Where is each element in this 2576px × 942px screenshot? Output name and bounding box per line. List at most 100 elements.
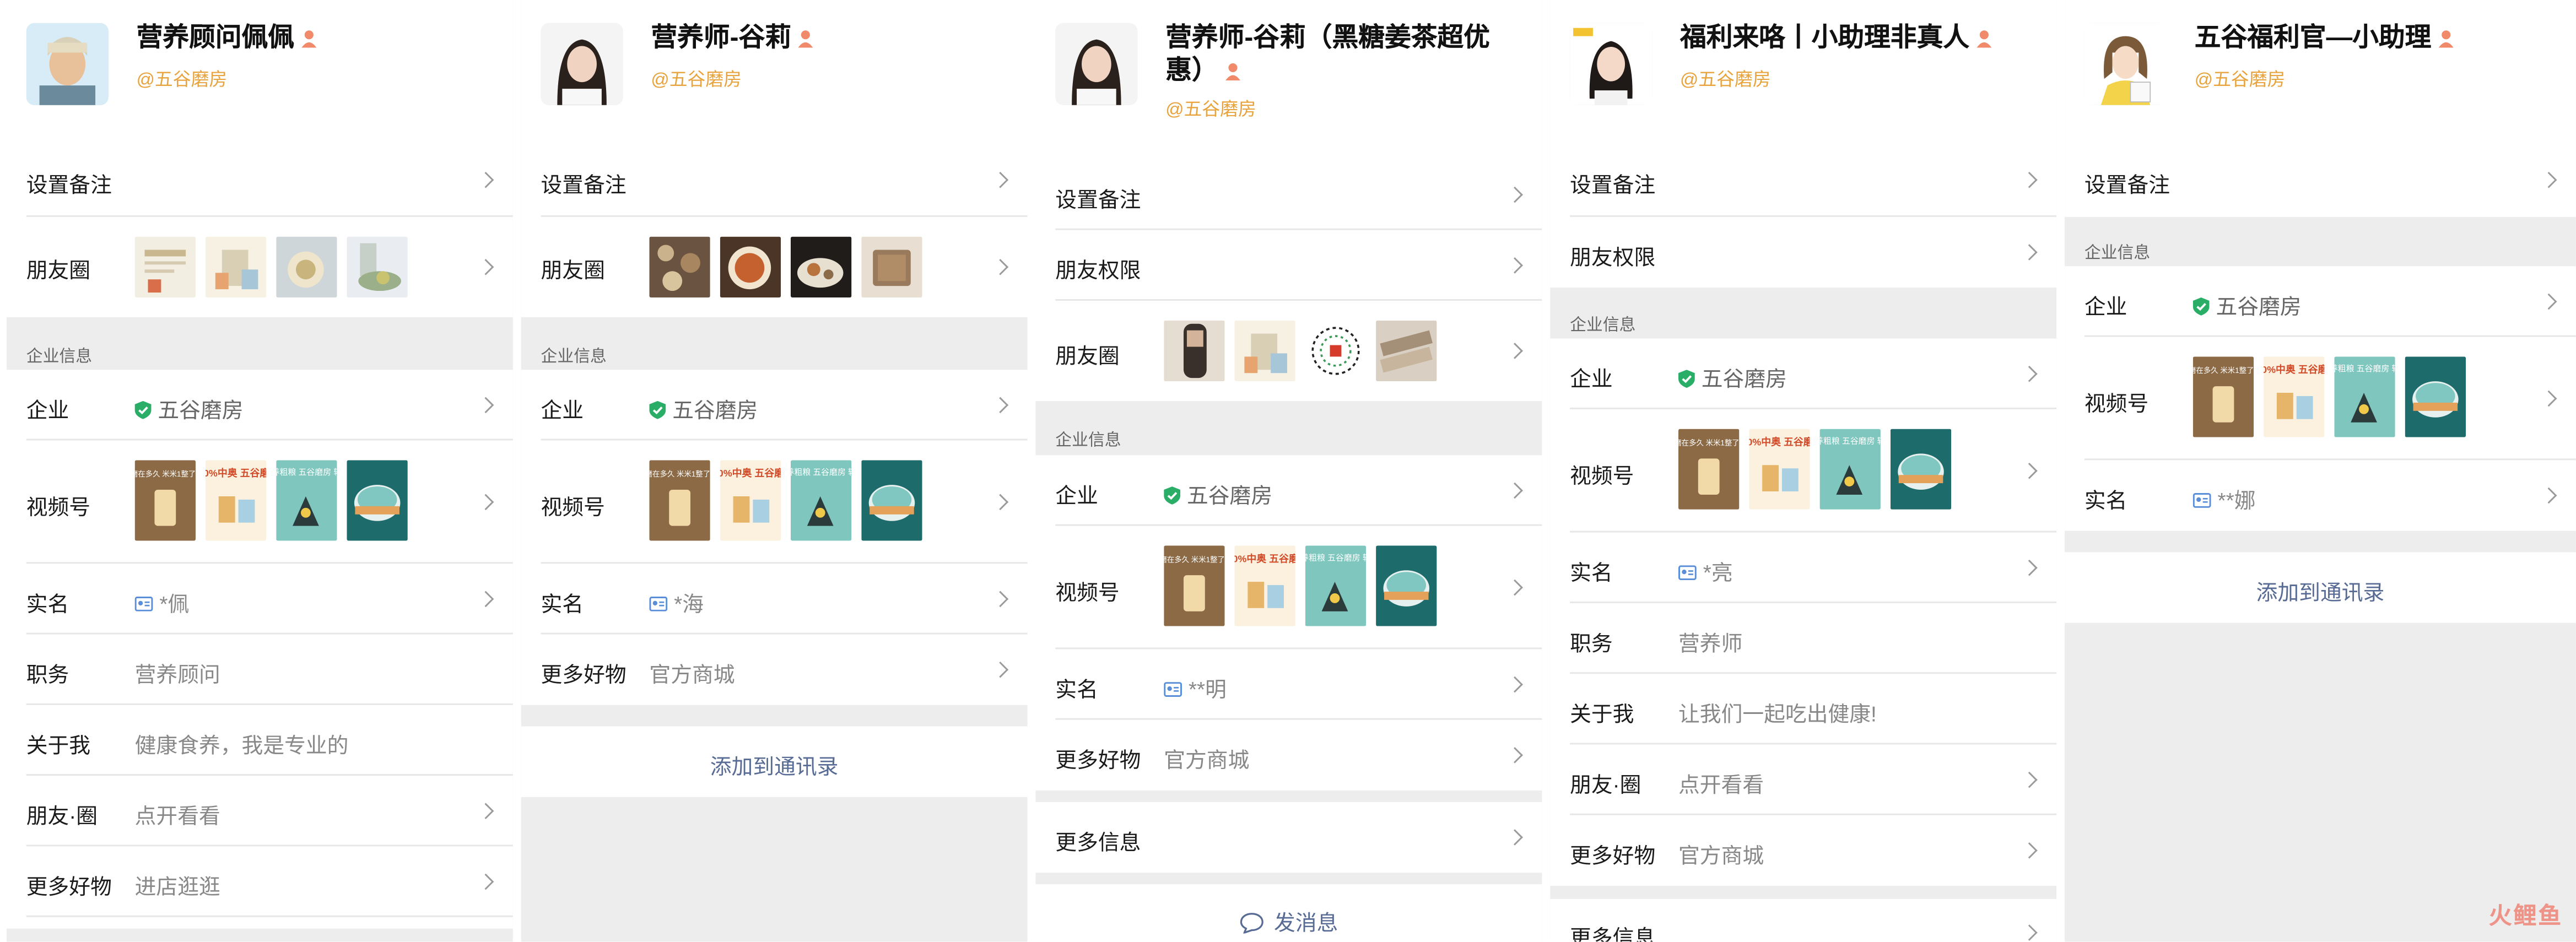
- moments-row[interactable]: 朋友圈: [521, 217, 1028, 317]
- chevron-right-icon: [477, 591, 494, 608]
- enterprise-name: 五谷磨房: [1701, 366, 1787, 392]
- avatar[interactable]: [1055, 23, 1138, 105]
- more-info-label: 更多信息: [1055, 830, 1141, 855]
- enterprise-row[interactable]: 企业 五谷磨房: [1550, 339, 2057, 409]
- set-remark-row[interactable]: 设置备注: [521, 147, 1028, 217]
- enterprise-group: 企业 五谷磨房 视频号 磨在多久 米米1整了? 100%中奥 五谷磨房 营养粗粮…: [521, 370, 1028, 705]
- avatar[interactable]: [541, 23, 623, 105]
- video-thumb: [1376, 545, 1437, 626]
- set-remark-row[interactable]: 设置备注: [7, 147, 513, 217]
- friend-permission-row[interactable]: 朋友权限: [1550, 217, 2056, 288]
- svg-text:磨在多久 米米1整了?: 磨在多久 米米1整了?: [1678, 438, 1739, 447]
- svg-text:100%中奥 五谷磨房: 100%中奥 五谷磨房: [720, 467, 781, 479]
- video-thumb: 营养粗粮 五谷磨房 轻食: [790, 460, 852, 541]
- add-to-contacts-button[interactable]: 添加到通讯录: [2065, 575, 2576, 607]
- more-goods-row[interactable]: 更多好物 官方商城: [1036, 720, 1542, 791]
- video-thumb: 磨在多久 米米1整了?: [134, 460, 196, 541]
- svg-text:营养粗粮 五谷磨房 轻食: 营养粗粮 五谷磨房 轻食: [1305, 553, 1366, 562]
- avatar[interactable]: [2084, 23, 2167, 105]
- send-message-group: 发消息: [1035, 884, 1542, 942]
- channels-row[interactable]: 视频号 磨在多久 米米1整了? 100%中奥 五谷磨房 营养粗粮 五谷磨房 轻食: [521, 441, 1028, 564]
- real-name-row[interactable]: 实名 *亮: [1550, 533, 2057, 603]
- real-name-value: *海: [674, 592, 704, 616]
- enterprise-row[interactable]: 企业 五谷磨房: [7, 370, 513, 441]
- avatar[interactable]: [1570, 23, 1652, 105]
- moment-thumb: [1305, 320, 1367, 382]
- avatar[interactable]: [26, 23, 109, 105]
- enterprise-label: 企业: [1570, 366, 1613, 392]
- real-name-label: 实名: [2084, 488, 2127, 513]
- moment-thumb: [276, 236, 337, 297]
- contact-name: 营养顾问佩佩: [137, 23, 496, 56]
- moments-thumbnails: [134, 236, 408, 297]
- more-info-row[interactable]: 更多信息: [1036, 802, 1542, 873]
- avatar-woman-photo: [1570, 23, 1652, 105]
- friend-moments-row[interactable]: 朋友·圈 点开看看: [7, 776, 513, 847]
- friend-moments-row[interactable]: 朋友·圈 点开看看: [1550, 744, 2057, 815]
- channels-label: 视频号: [1055, 580, 1120, 605]
- moments-row[interactable]: 朋友圈: [1036, 301, 1542, 401]
- send-message-button[interactable]: 发消息: [1036, 906, 1542, 937]
- real-name-row[interactable]: 实名 *海: [521, 564, 1028, 635]
- add-to-contacts-button[interactable]: 添加到通讯录: [521, 749, 1028, 781]
- enterprise-row[interactable]: 企业 五谷磨房: [2065, 266, 2576, 337]
- chevron-right-icon: [2021, 559, 2038, 576]
- verified-shield-icon: [1164, 486, 1181, 505]
- set-remark-row[interactable]: 设置备注: [1550, 147, 2057, 217]
- more-goods-label: 更多好物: [1055, 748, 1141, 773]
- contact-card-4: 福利来咯丨小助理非真人 @五谷磨房 设置备注 朋友权限 企业信息 企业 五谷磨房…: [1550, 0, 2057, 942]
- friend-permission-row[interactable]: 朋友权限: [1036, 230, 1542, 301]
- real-name-value: *亮: [1703, 560, 1733, 586]
- more-goods-row[interactable]: 更多好物 官方商城: [1550, 815, 2056, 886]
- chevron-right-icon: [477, 171, 494, 188]
- svg-text:磨在多久 米米1整了?: 磨在多久 米米1整了?: [649, 469, 710, 478]
- real-name-row[interactable]: 实名 **娜: [2065, 460, 2576, 530]
- chevron-right-icon: [477, 259, 494, 275]
- channels-row[interactable]: 视频号 磨在多久 米米1整了? 100%中奥 五谷磨房 营养粗粮 五谷磨房 轻食: [1036, 526, 1542, 649]
- about-me-label: 关于我: [1570, 701, 1634, 727]
- set-remark-row[interactable]: 设置备注: [2065, 147, 2576, 217]
- chevron-right-icon: [1506, 579, 1523, 596]
- verified-shield-icon: [134, 400, 152, 419]
- set-remark-row[interactable]: 设置备注: [1036, 159, 1542, 230]
- position-value: 营养顾问: [134, 662, 220, 687]
- moment-thumb: [649, 236, 710, 297]
- chevron-right-icon: [2540, 293, 2557, 310]
- moment-thumb: [1164, 320, 1225, 382]
- contact-card-2: 营养师-谷莉 @五谷磨房 设置备注 朋友圈 企业信息 企业 五谷磨房 视频号 在…: [521, 0, 1028, 942]
- moments-thumbnails: [649, 236, 922, 297]
- real-name-value: *佩: [159, 592, 190, 616]
- person-icon: [2438, 30, 2454, 48]
- channels-row[interactable]: 视频号 磨在多久 米米1整了? 100%中奥 五谷磨房 营养粗粮 五谷磨房 轻食: [2065, 337, 2576, 461]
- video-thumb: 磨在多久 米米1整了?: [2192, 356, 2254, 437]
- chevron-right-icon: [1506, 186, 1523, 203]
- about-me-row: 关于我 健康食养，我是专业的: [7, 705, 513, 776]
- moments-label: 朋友圈: [1055, 343, 1120, 369]
- chevron-right-icon: [1506, 343, 1523, 359]
- more-info-row[interactable]: 更多信息: [1550, 899, 2056, 941]
- enterprise-group: 企业 五谷磨房 视频号 磨在多久 米米1整了? 100%中奥 五谷磨房 营养粗粮…: [1035, 455, 1542, 791]
- channels-thumbnails: 磨在多久 米米1整了? 100%中奥 五谷磨房 营养粗粮 五谷磨房 轻食: [2192, 356, 2466, 437]
- avatar-woman-photo: [1055, 23, 1138, 105]
- person-icon: [1225, 63, 1240, 81]
- person-icon: [301, 30, 317, 48]
- channels-row[interactable]: 视频号 磨在多久 米米1整了? 100%中奥 五谷磨房 营养粗粮 五谷磨房 轻食: [7, 441, 513, 564]
- chevron-right-icon: [1506, 829, 1523, 846]
- real-name-row[interactable]: 实名 *佩: [7, 564, 513, 635]
- video-thumb: [2405, 356, 2466, 437]
- more-goods-row[interactable]: 更多好物 官方商城: [521, 635, 1028, 705]
- channels-row[interactable]: 视频号 磨在多久 米米1整了? 100%中奥 五谷磨房 营养粗粮 五谷磨房 轻食: [1550, 409, 2057, 533]
- moments-row[interactable]: 朋友圈: [7, 217, 513, 317]
- real-name-row[interactable]: 实名 **明: [1036, 649, 1542, 720]
- basic-group: 设置备注 朋友权限 朋友圈: [1035, 159, 1542, 401]
- more-goods-value: 官方商城: [649, 662, 735, 687]
- svg-text:100%中奥 五谷磨房: 100%中奥 五谷磨房: [206, 467, 266, 479]
- enterprise-label: 企业: [541, 397, 584, 423]
- moments-label: 朋友圈: [26, 258, 91, 283]
- enterprise-row[interactable]: 企业 五谷磨房: [1036, 455, 1542, 526]
- profile-header: 营养师-谷莉（黑糖姜茶超优惠） @五谷磨房: [1035, 0, 1542, 160]
- more-goods-row[interactable]: 更多好物 进店逛逛: [7, 846, 513, 917]
- avatar-woman-photo: [541, 23, 623, 105]
- channels-label: 视频号: [2084, 391, 2149, 416]
- enterprise-row[interactable]: 企业 五谷磨房: [521, 370, 1028, 441]
